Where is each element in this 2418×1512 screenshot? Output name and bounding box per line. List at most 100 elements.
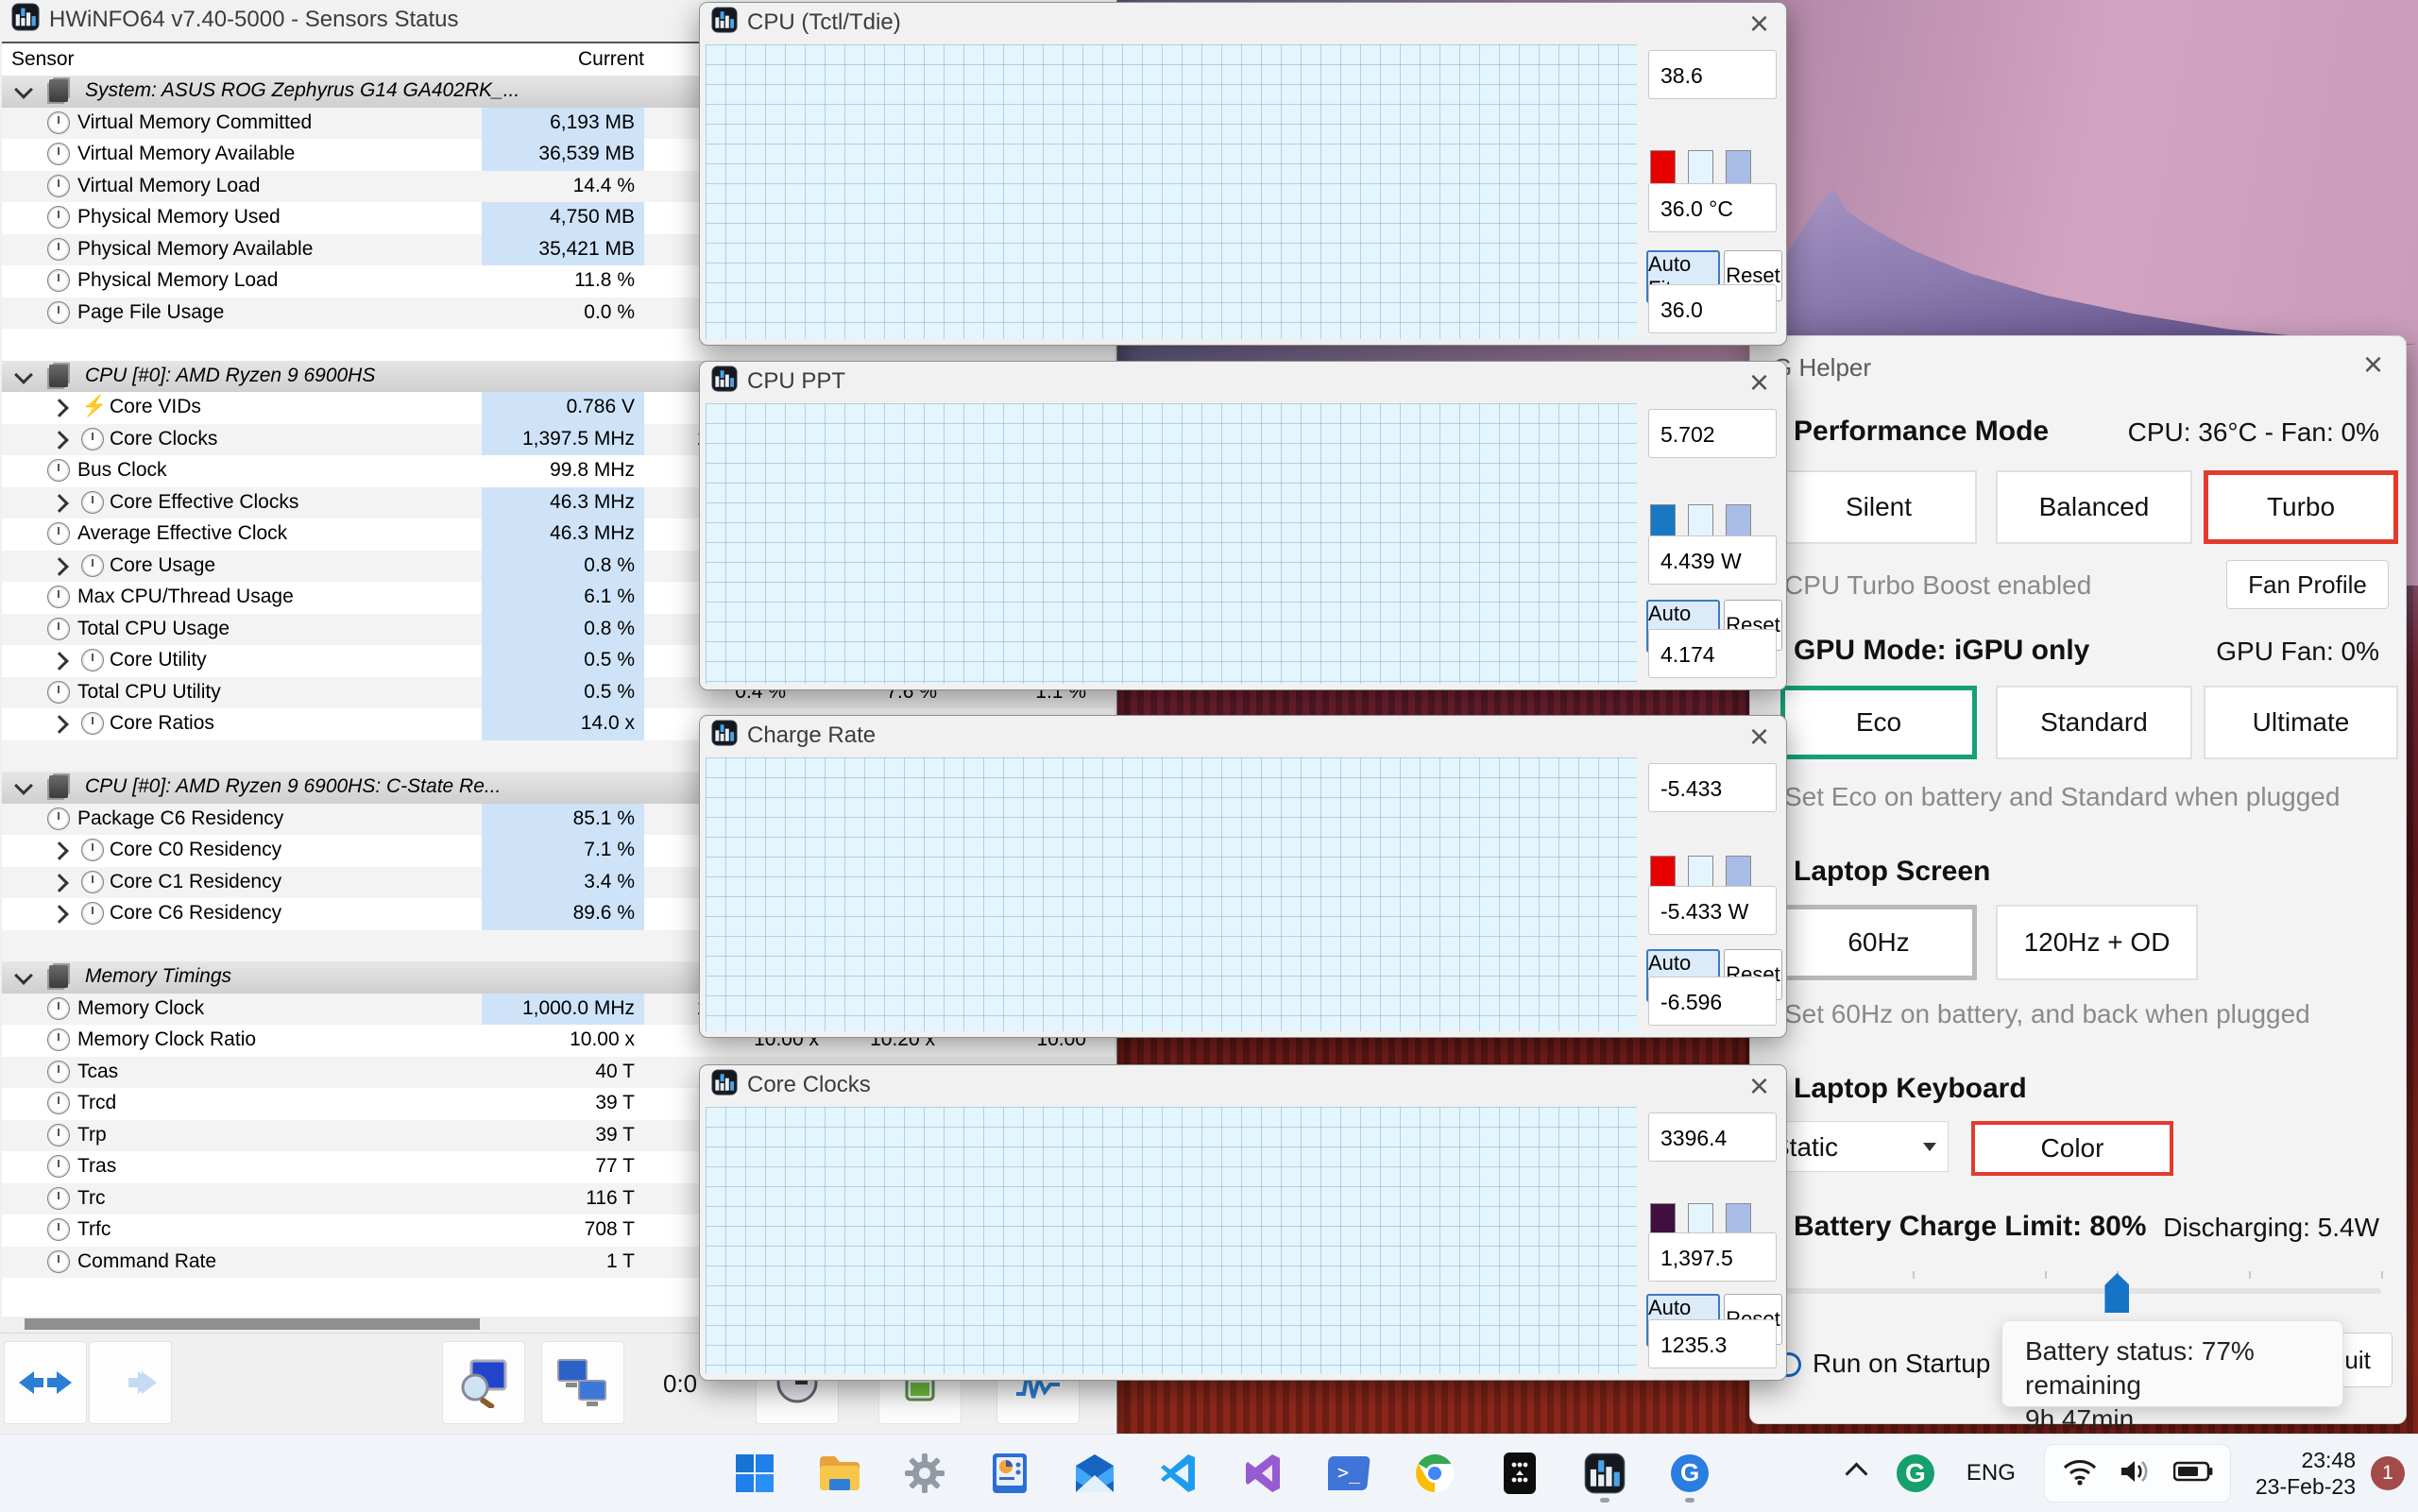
g-helper-close-icon[interactable]: × (2363, 346, 2383, 383)
chip-icon (49, 79, 68, 102)
sensor-label: Bus Clock (77, 459, 167, 481)
sensor-current-value: 708 T (584, 1218, 635, 1240)
grid-color-swatch[interactable] (1726, 150, 1751, 185)
tray-overflow-chevron-icon[interactable] (1845, 1461, 1868, 1486)
chevron-right-icon[interactable] (50, 841, 69, 860)
series-color-swatch[interactable] (1650, 150, 1676, 185)
slider-track[interactable] (1780, 1288, 2381, 1294)
monitor-search-button[interactable] (442, 1341, 525, 1424)
chevron-right-icon[interactable] (50, 873, 69, 892)
sensor-current-value: 4,750 MB (482, 202, 644, 234)
sensor-clock-icon (81, 712, 104, 735)
graph-close-icon[interactable]: × (1749, 1067, 1769, 1105)
sensor-current-value: 1,000.0 MHz (482, 993, 644, 1025)
column-header-sensor[interactable]: Sensor (11, 48, 75, 71)
gpu-mode-eco-button[interactable]: Eco (1780, 686, 1977, 759)
sensor-current-value: 116 T (586, 1186, 635, 1209)
chevron-down-icon[interactable] (14, 966, 33, 985)
chevron-down-icon[interactable] (14, 776, 33, 795)
taskbar-icon-start[interactable] (727, 1442, 782, 1504)
slider-handle[interactable] (2104, 1273, 2130, 1313)
graph-plot-area (706, 1107, 1637, 1374)
taskbar-icon-vscode[interactable] (1152, 1442, 1207, 1504)
chevron-right-icon[interactable] (50, 430, 69, 450)
graph-titlebar[interactable]: CPU (Tctl/Tdie) × (700, 3, 1786, 265)
grammarly-tray-icon[interactable]: G (1896, 1454, 1934, 1492)
taskbar-icon-stream-deck[interactable] (1492, 1442, 1547, 1504)
taskbar-icon-visual-studio[interactable] (1237, 1442, 1292, 1504)
screen-60hz-button[interactable]: 60Hz (1780, 905, 1977, 980)
screen-120hz-od-button[interactable]: 120Hz + OD (1996, 905, 2198, 980)
taskbar-icon-settings[interactable] (897, 1442, 952, 1504)
fan-profile-button[interactable]: Fan Profile (2226, 560, 2389, 609)
graph-legend-swatches[interactable] (1650, 504, 1751, 539)
perf-mode-silent-button[interactable]: Silent (1780, 470, 1977, 544)
clock-date[interactable]: 23:48 23-Feb-23 (2256, 1447, 2356, 1500)
chevron-right-icon[interactable] (50, 556, 69, 576)
graph-window-cpu-ppt: CPU PPT × 5.702 4.439 W Auto Fit Reset 4… (699, 361, 1787, 690)
chevron-right-icon[interactable] (50, 652, 69, 671)
graph-titlebar[interactable]: CPU PPT × (700, 362, 1786, 612)
taskbar-icon-g-helper[interactable]: G (1662, 1442, 1717, 1504)
chevron-down-icon[interactable] (14, 80, 33, 99)
sensor-label: Core C0 Residency (110, 839, 282, 860)
sensor-current-value: 10.00 x (570, 1028, 635, 1050)
graph-close-icon[interactable]: × (1749, 364, 1769, 401)
perf-mode-balanced-button[interactable]: Balanced (1996, 470, 2192, 544)
gpu-mode-standard-button[interactable]: Standard (1996, 686, 2192, 759)
chevron-right-icon[interactable] (50, 399, 69, 417)
remote-monitors-button[interactable] (541, 1341, 624, 1424)
input-language-indicator[interactable]: ENG (1967, 1460, 2016, 1487)
chevron-right-icon[interactable] (50, 905, 69, 924)
sensor-label: Page File Usage (77, 300, 225, 323)
collapse-columns-button[interactable] (89, 1341, 172, 1424)
chevron-right-icon[interactable] (50, 493, 69, 513)
keyboard-color-button[interactable]: Color (1971, 1121, 2173, 1176)
tray-time: 23:48 (2301, 1448, 2356, 1472)
running-indicator (1685, 1498, 1694, 1503)
sensor-clock-icon (47, 680, 70, 704)
graph-min-value: 36.0 (1648, 284, 1777, 333)
background-color-swatch[interactable] (1688, 504, 1713, 539)
taskbar-icon-file-explorer[interactable] (812, 1442, 867, 1504)
taskbar-icon-mail[interactable] (1067, 1442, 1122, 1504)
taskbar-icon-chrome[interactable] (1407, 1442, 1462, 1504)
sensor-label: Physical Memory Used (77, 206, 281, 228)
taskbar-icon-powershell[interactable]: >_ (1322, 1442, 1377, 1504)
sensor-current-value: 0.5 % (482, 645, 644, 677)
sensor-current-value: 89.6 % (482, 898, 644, 930)
sensor-label: Virtual Memory Load (77, 174, 261, 196)
chevron-right-icon[interactable] (50, 715, 69, 734)
background-color-swatch[interactable] (1688, 150, 1713, 185)
gpu-mode-ultimate-button[interactable]: Ultimate (2204, 686, 2398, 759)
column-header-current[interactable]: Current (493, 48, 644, 71)
graph-series (706, 1107, 1637, 1374)
quick-settings-group[interactable] (2043, 1444, 2231, 1503)
perf-mode-turbo-button[interactable]: Turbo (2204, 470, 2398, 544)
graph-close-icon[interactable]: × (1749, 718, 1769, 756)
graph-legend-swatches[interactable] (1650, 150, 1751, 185)
scrollbar-thumb[interactable] (25, 1318, 480, 1330)
expand-columns-button[interactable] (4, 1341, 87, 1424)
uptime-counter: 0:0 (663, 1369, 698, 1398)
battery-limit-slider[interactable] (1780, 1271, 2383, 1313)
sensor-label: Core C1 Residency (110, 870, 282, 892)
graph-titlebar[interactable]: Charge Rate × (700, 716, 1786, 960)
graph-titlebar[interactable]: Core Clocks × (700, 1065, 1786, 1303)
notification-badge[interactable]: 1 (2371, 1456, 2405, 1490)
sensor-clock-icon (81, 553, 104, 577)
grid-color-swatch[interactable] (1726, 504, 1751, 539)
graph-current-value: 1,397.5 MHz (1648, 1232, 1777, 1319)
sensor-label: Max CPU/Thread Usage (77, 586, 294, 607)
taskbar-icon-system-monitor[interactable] (982, 1442, 1037, 1504)
series-color-swatch[interactable] (1650, 504, 1676, 539)
sensor-clock-icon (47, 1060, 70, 1083)
hwinfo-app-icon (711, 1068, 1527, 1303)
graph-title: CPU (Tctl/Tdie) (747, 9, 901, 35)
turbo-boost-note: CPU Turbo Boost enabled (1784, 570, 2092, 600)
sensor-label: Trfc (77, 1218, 111, 1240)
graph-close-icon[interactable]: × (1749, 5, 1769, 42)
sensor-current-value: 7.1 % (482, 835, 644, 867)
taskbar-icon-hwinfo[interactable] (1577, 1442, 1632, 1504)
chevron-down-icon[interactable] (14, 365, 33, 384)
